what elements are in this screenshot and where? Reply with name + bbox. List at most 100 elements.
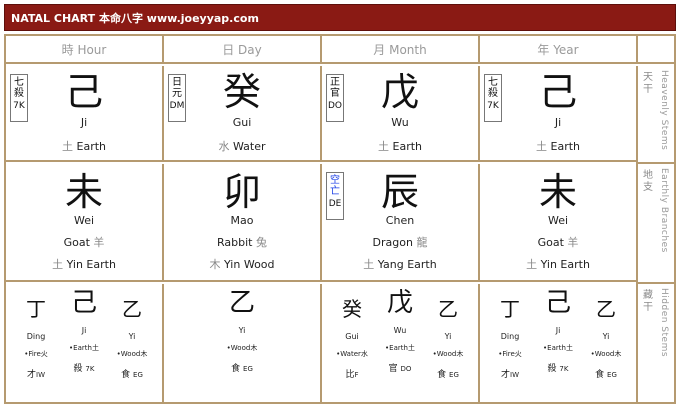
god-code: IW <box>36 371 45 379</box>
branch-pinyin: Wei <box>547 214 569 227</box>
stem-char: 癸 <box>222 70 261 114</box>
hidden-char: 乙 <box>438 297 458 321</box>
element-cn: 土 <box>526 258 538 271</box>
hidden-pinyin: Ji <box>555 326 561 335</box>
stem-cell-day: 日 元 DM 癸 Gui 水 Water <box>164 66 322 160</box>
god-code: EG <box>449 371 459 379</box>
element-cn: 土 <box>62 140 73 153</box>
hidden-ten-god: 殺 7K <box>61 361 107 374</box>
animal-cn: 龍 <box>416 236 428 249</box>
side-label-en: Earthly Branches <box>659 168 669 253</box>
stem-element: 土 Earth <box>322 138 478 154</box>
element-label: Earth <box>392 140 423 153</box>
god-cn: 殺 <box>73 364 83 374</box>
branch-pinyin: Mao <box>230 214 254 227</box>
god-code: IW <box>510 371 519 379</box>
stem-char: 己 <box>64 70 103 114</box>
hidden-char: 戊 <box>386 288 413 318</box>
stem-pinyin: Ji <box>80 116 88 129</box>
hidden-ten-god: 比F <box>329 367 375 380</box>
branch-element: 木 Yin Wood <box>164 256 320 272</box>
branch-animal: Goat 羊 <box>6 234 162 250</box>
god-cn: 官 <box>388 364 398 374</box>
hidden-element: •Wood木 <box>590 350 622 358</box>
hidden-pinyin: Yi <box>128 332 136 341</box>
god-code: 7K <box>85 365 95 373</box>
hidden-ten-god: 殺 7K <box>535 361 581 374</box>
hidden-cell-month: 癸 Gui •Water水 比F 戊 Wu •Earth土 官 DO 乙 Yi … <box>322 284 480 402</box>
header-month: 月 Month <box>322 36 480 62</box>
branch-element: 土 Yang Earth <box>322 256 478 272</box>
god-cn: 食 <box>595 370 605 380</box>
stem-element: 土 Earth <box>6 138 162 154</box>
hidden-char: 癸 <box>342 297 362 321</box>
hidden-char: 丁 <box>26 297 46 321</box>
hidden-char: 己 <box>544 288 571 318</box>
hidden-ten-god: 官 DO <box>377 361 423 374</box>
hidden-stem: 丁 Ding •Fire火 才IW <box>13 292 59 396</box>
side-label-earthly-branches: 地支 Earthly Branches <box>636 164 674 284</box>
animal-cn: 羊 <box>567 236 579 249</box>
element-label: Earth <box>76 140 107 153</box>
branch-char: 卯 <box>222 170 261 214</box>
hidden-element: •Wood木 <box>226 344 258 352</box>
animal-label: Dragon <box>372 236 413 249</box>
hidden-pinyin: Wu <box>393 326 407 335</box>
natal-chart-table: 時 Hour 日 Day 月 Month 年 Year 七 殺 7K 己 Ji … <box>4 34 676 404</box>
element-label: Yin Earth <box>66 258 116 271</box>
hidden-stem: 己 Ji •Earth土 殺 7K <box>535 288 581 396</box>
hidden-char: 乙 <box>596 297 616 321</box>
hidden-stem: 戊 Wu •Earth土 官 DO <box>377 288 423 396</box>
hidden-pinyin: Yi <box>444 332 452 341</box>
hidden-pinyin: Ding <box>500 332 520 341</box>
god-cn: 食 <box>437 370 447 380</box>
branch-element: 土 Yin Earth <box>6 256 162 272</box>
element-cn: 土 <box>536 140 547 153</box>
hidden-element: •Water水 <box>336 350 368 358</box>
hidden-stem: 乙 Yi •Wood木 食 EG <box>425 292 471 396</box>
heavenly-stems-row: 七 殺 7K 己 Ji 土 Earth 日 元 DM 癸 Gui 水 Water… <box>6 66 636 162</box>
stem-element: 土 Earth <box>480 138 636 154</box>
element-label: Yin Wood <box>223 258 275 271</box>
hidden-cell-year: 丁 Ding •Fire火 才IW 己 Ji •Earth土 殺 7K 乙 Yi… <box>480 284 636 402</box>
element-cn: 土 <box>52 258 64 271</box>
hidden-stem: 己 Ji •Earth土 殺 7K <box>61 288 107 396</box>
stem-char: 戊 <box>380 70 419 114</box>
side-label-heavenly-stems: 天干 Heavenly Stems <box>636 66 674 164</box>
branch-animal: Dragon 龍 <box>322 234 478 250</box>
hidden-stem: 乙 Yi •Wood木 食 EG <box>219 288 265 396</box>
side-header-spacer <box>636 36 674 64</box>
hidden-ten-god: 食 EG <box>109 367 155 380</box>
header-year: 年 Year <box>537 43 579 57</box>
god-cn: 殺 <box>547 364 557 374</box>
hidden-pinyin: Yi <box>602 332 610 341</box>
stem-pinyin: Gui <box>232 116 252 129</box>
hidden-stems-group: 乙 Yi •Wood木 食 EG <box>164 288 320 396</box>
animal-label: Rabbit <box>217 236 253 249</box>
animal-label: Goat <box>63 236 90 249</box>
god-code: EG <box>243 365 253 373</box>
god-cn: 食 <box>231 364 241 374</box>
element-cn: 木 <box>209 258 221 271</box>
branch-cell-hour: 未 Wei Goat 羊 土 Yin Earth <box>6 164 164 280</box>
header-day: 日 Day <box>164 36 322 62</box>
hidden-stems-group: 癸 Gui •Water水 比F 戊 Wu •Earth土 官 DO 乙 Yi … <box>322 288 478 396</box>
branch-cell-day: 卯 Mao Rabbit 兔 木 Yin Wood <box>164 164 322 280</box>
element-cn: 土 <box>363 258 375 271</box>
hidden-stem: 乙 Yi •Wood木 食 EG <box>583 292 629 396</box>
hidden-char: 乙 <box>228 288 255 318</box>
header-hour: 時 Hour <box>6 36 164 62</box>
god-cn: 才 <box>26 370 36 380</box>
hidden-ten-god: 食 EG <box>425 367 471 380</box>
hidden-char: 丁 <box>500 297 520 321</box>
hidden-stem: 癸 Gui •Water水 比F <box>329 292 375 396</box>
hidden-pinyin: Gui <box>345 332 359 341</box>
earthly-branches-row: 未 Wei Goat 羊 土 Yin Earth 卯 Mao Rabbit 兔 … <box>6 164 636 282</box>
branch-char: 未 <box>64 170 103 214</box>
element-cn: 水 <box>218 140 230 153</box>
hidden-element: •Fire火 <box>24 350 48 358</box>
branch-animal: Rabbit 兔 <box>164 234 320 250</box>
side-label-cn: 藏干 <box>643 290 653 313</box>
side-label-en: Hidden Stems <box>659 288 669 358</box>
god-code: 7K <box>559 365 569 373</box>
